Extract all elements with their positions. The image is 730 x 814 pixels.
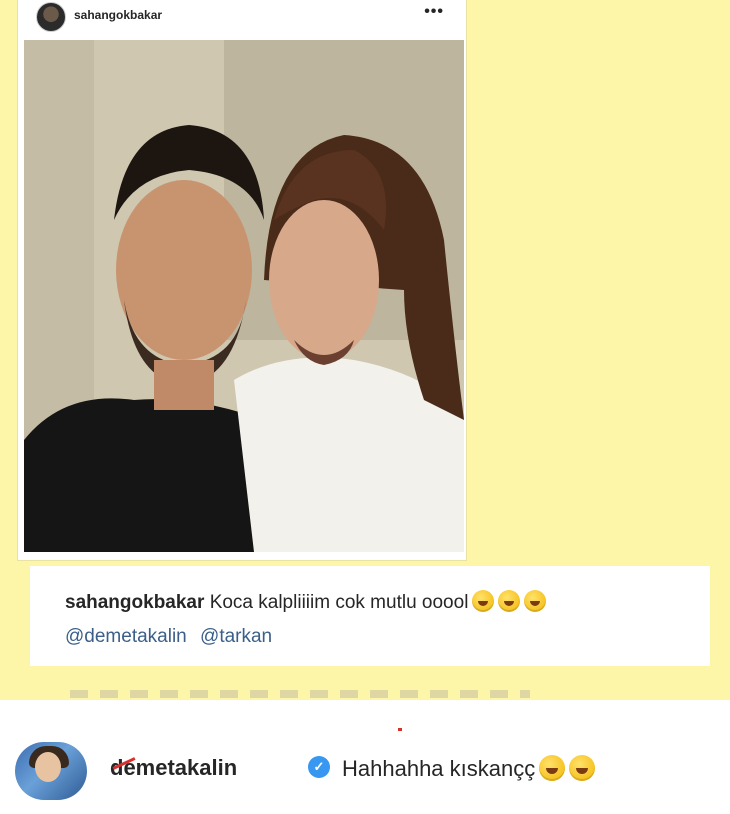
commenter-avatar[interactable] bbox=[15, 742, 87, 800]
caption-mentions: @demetakalin @tarkan bbox=[65, 626, 280, 648]
verified-badge-icon: ✓ bbox=[308, 756, 330, 778]
rofl-emoji-icon bbox=[524, 590, 547, 612]
post-author-username[interactable]: sahangokbakar bbox=[74, 8, 162, 22]
annotation-mark bbox=[398, 728, 402, 731]
comment-text-line: Hahhahha kıskançç bbox=[342, 755, 596, 782]
rofl-emoji-icon bbox=[472, 590, 495, 612]
caption-text: Koca kalpliiiim cok mutlu ooool bbox=[209, 592, 469, 613]
instagram-post: sahangokbakar ••• bbox=[18, 0, 466, 560]
caption-line: sahangokbakar Koca kalpliiiim cok mutlu … bbox=[65, 590, 547, 614]
comment-text: Hahhahha kıskançç bbox=[342, 756, 536, 781]
avatar-face bbox=[35, 752, 61, 782]
caption-username[interactable]: sahangokbakar bbox=[65, 592, 204, 613]
joy-emoji-icon bbox=[539, 755, 566, 781]
mention-demetakalin[interactable]: @demetakalin bbox=[65, 626, 187, 647]
joy-emoji-icon bbox=[569, 755, 596, 781]
blurred-divider bbox=[70, 690, 530, 698]
post-header: sahangokbakar ••• bbox=[18, 0, 466, 34]
photo-illustration bbox=[24, 40, 464, 552]
mention-tarkan[interactable]: @tarkan bbox=[200, 626, 272, 647]
rofl-emoji-icon bbox=[498, 590, 521, 612]
comment-row: demetakalin ✓ Hahhahha kıskançç bbox=[0, 700, 730, 814]
post-photo[interactable] bbox=[24, 40, 464, 552]
more-options-icon[interactable]: ••• bbox=[424, 4, 444, 20]
caption-card: sahangokbakar Koca kalpliiiim cok mutlu … bbox=[30, 566, 710, 666]
post-author-avatar[interactable] bbox=[36, 2, 66, 32]
